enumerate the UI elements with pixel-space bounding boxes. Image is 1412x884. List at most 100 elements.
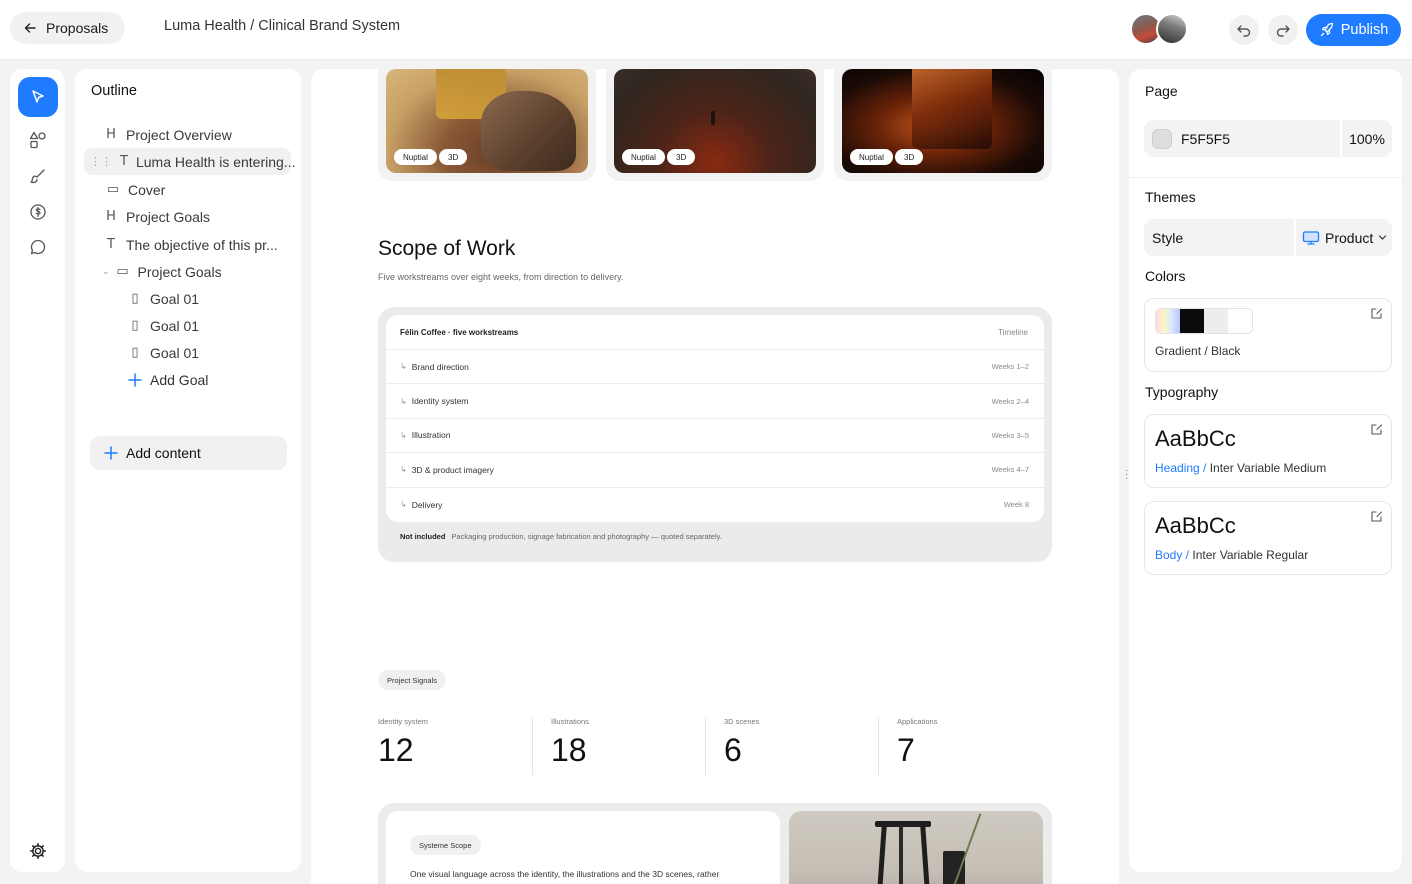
edit-icon[interactable] (1370, 423, 1383, 436)
outline-item-label: Project Overview (126, 126, 232, 143)
table-row: ↳ Identity system Weeks 2–4 (386, 384, 1044, 419)
theme-style-select[interactable]: Style Product (1144, 219, 1392, 256)
row-label: Illustration (411, 430, 451, 441)
redo-icon (1276, 25, 1290, 37)
cursor-icon (32, 90, 44, 103)
table-footer: Not included Packaging production, signa… (386, 522, 1044, 551)
document-canvas[interactable]: Nuptial 3D Nuptial 3D Nuptial 3D Scope o… (311, 69, 1119, 884)
comment-icon (30, 239, 46, 255)
avatar[interactable] (1156, 13, 1188, 45)
publish-button[interactable]: Publish (1306, 14, 1401, 46)
heading-icon: H (106, 209, 116, 224)
table-row: ↳ Brand direction Weeks 1–2 (386, 350, 1044, 385)
goal-icon: ▯ (131, 318, 139, 333)
body-role: Body / (1155, 548, 1190, 562)
outline-panel: Outline H Project Overview ⋮⋮ T Luma Hea… (75, 69, 301, 872)
publish-label: Publish (1340, 22, 1389, 38)
select-tool[interactable] (18, 77, 58, 117)
collaborator-avatars[interactable] (1130, 13, 1192, 45)
outline-item-goal[interactable]: ▯ Goal 01 (128, 312, 199, 339)
pricing-tool[interactable] (18, 192, 58, 232)
scope-subtitle[interactable]: Five workstreams over eight weeks, from … (378, 272, 623, 282)
outline-title: Outline (91, 83, 137, 99)
image-tag: Nuptial (622, 149, 665, 165)
systeme-scope-card[interactable]: Systeme Scope One visual language across… (378, 803, 1052, 884)
add-content-button[interactable]: Add content (90, 436, 287, 470)
section-icon: ▭ (116, 264, 129, 279)
row-label: Identity system (411, 396, 469, 407)
settings-button[interactable] (18, 831, 58, 871)
stat-value: 12 (378, 732, 414, 768)
heading-font-caption: Heading / Inter Variable Medium (1155, 461, 1326, 475)
outline-item-goal[interactable]: ▯ Goal 01 (128, 339, 199, 366)
table-row: ↳ 3D & product imagery Weeks 4–7 (386, 453, 1044, 488)
add-goal-button[interactable]: Add Goal (128, 366, 208, 393)
style-label: Style (1152, 229, 1184, 246)
page-color-value[interactable]: F5F5F5 (1181, 131, 1340, 147)
edit-icon[interactable] (1370, 510, 1383, 523)
style-value: Product (1325, 229, 1374, 246)
divider (1129, 177, 1402, 178)
project-signals-pill[interactable]: Project Signals (378, 670, 447, 690)
stat-label: Identity system (378, 717, 429, 726)
page-color-swatch[interactable] (1152, 128, 1172, 149)
table-row: ↳ Illustration Weeks 3–5 (386, 419, 1044, 454)
chevron-down-icon[interactable]: ⌄ (102, 267, 110, 277)
redo-button[interactable] (1268, 15, 1298, 45)
heading-font-card[interactable]: AaBbCc Heading / Inter Variable Medium (1144, 414, 1392, 488)
heading-font-sample: AaBbCc (1155, 426, 1236, 451)
color-palette-card[interactable]: Gradient / Black (1144, 298, 1392, 372)
body-font-name: Inter Variable Regular (1189, 548, 1309, 562)
section-icon: ▭ (106, 182, 120, 197)
scope-title[interactable]: Scope of Work (378, 237, 515, 261)
stat-applications[interactable]: Applications 7 (897, 717, 1057, 769)
brush-tool[interactable] (18, 156, 58, 196)
outline-item-luma-health-text[interactable]: ⋮⋮ T Luma Health is entering... (84, 148, 295, 175)
outline-item-objective-text[interactable]: T The objective of this pr... (104, 231, 278, 258)
image-card[interactable]: Nuptial 3D (834, 69, 1052, 181)
outline-item-label: Goal 01 (150, 290, 200, 307)
heading-role: Heading / (1155, 461, 1207, 475)
outline-item-project-overview[interactable]: H Project Overview (104, 121, 232, 148)
heading-icon: H (106, 127, 116, 142)
image-card[interactable]: Nuptial 3D (606, 69, 824, 181)
comment-tool[interactable] (18, 227, 58, 267)
settings-icon (30, 843, 46, 859)
palette-caption: Gradient / Black (1155, 344, 1241, 358)
heading-font-name: Inter Variable Medium (1206, 461, 1327, 475)
page-opacity-value[interactable]: 100% (1342, 131, 1392, 147)
stat-value: 7 (897, 732, 915, 768)
outline-item-cover[interactable]: ▭ Cover (106, 176, 166, 203)
outline-item-label: Project Goals (126, 208, 211, 225)
page-color-field[interactable]: F5F5F5 100% (1144, 120, 1392, 157)
outline-item-project-goals-section[interactable]: ⌄ ▭ Project Goals (102, 258, 222, 285)
studio-image (789, 811, 1043, 884)
stat-illustrations[interactable]: Illustrations 18 (551, 717, 711, 769)
plus-icon (104, 446, 118, 460)
palette-swatches[interactable] (1155, 308, 1253, 334)
outline-item-label: Goal 01 (150, 317, 200, 334)
undo-button[interactable] (1229, 15, 1259, 45)
image-card[interactable]: Nuptial 3D (378, 69, 596, 181)
back-to-proposals-button[interactable]: Proposals (10, 12, 125, 44)
typography-section-title: Typography (1145, 384, 1219, 400)
themes-section-title: Themes (1145, 189, 1196, 205)
row-timeline: Weeks 1–2 (991, 362, 1029, 372)
stat-3d-scenes[interactable]: 3D scenes 6 (724, 717, 884, 769)
workstream-table[interactable]: Félin Coffee · five workstreams Timeline… (378, 307, 1052, 562)
shapes-tool[interactable] (18, 120, 58, 160)
style-dropdown[interactable]: Product (1296, 230, 1392, 246)
outline-item-label: Goal 01 (150, 344, 200, 361)
stat-identity-system[interactable]: Identity system 12 (378, 717, 538, 769)
sub-arrow-icon: ↳ (400, 465, 407, 475)
table-title: Félin Coffee · five workstreams (400, 327, 519, 337)
outline-item-label: Luma Health is entering... (135, 153, 296, 170)
text-icon: T (107, 237, 115, 252)
product-image: Nuptial 3D (614, 69, 816, 173)
body-font-card[interactable]: AaBbCc Body / Inter Variable Regular (1144, 501, 1392, 575)
goal-icon: ▯ (131, 345, 139, 360)
edit-icon[interactable] (1370, 307, 1383, 320)
outline-item-project-goals-heading[interactable]: H Project Goals (104, 203, 210, 230)
drag-handle-icon[interactable]: ⋮⋮ (90, 155, 112, 168)
outline-item-goal[interactable]: ▯ Goal 01 (128, 285, 199, 312)
